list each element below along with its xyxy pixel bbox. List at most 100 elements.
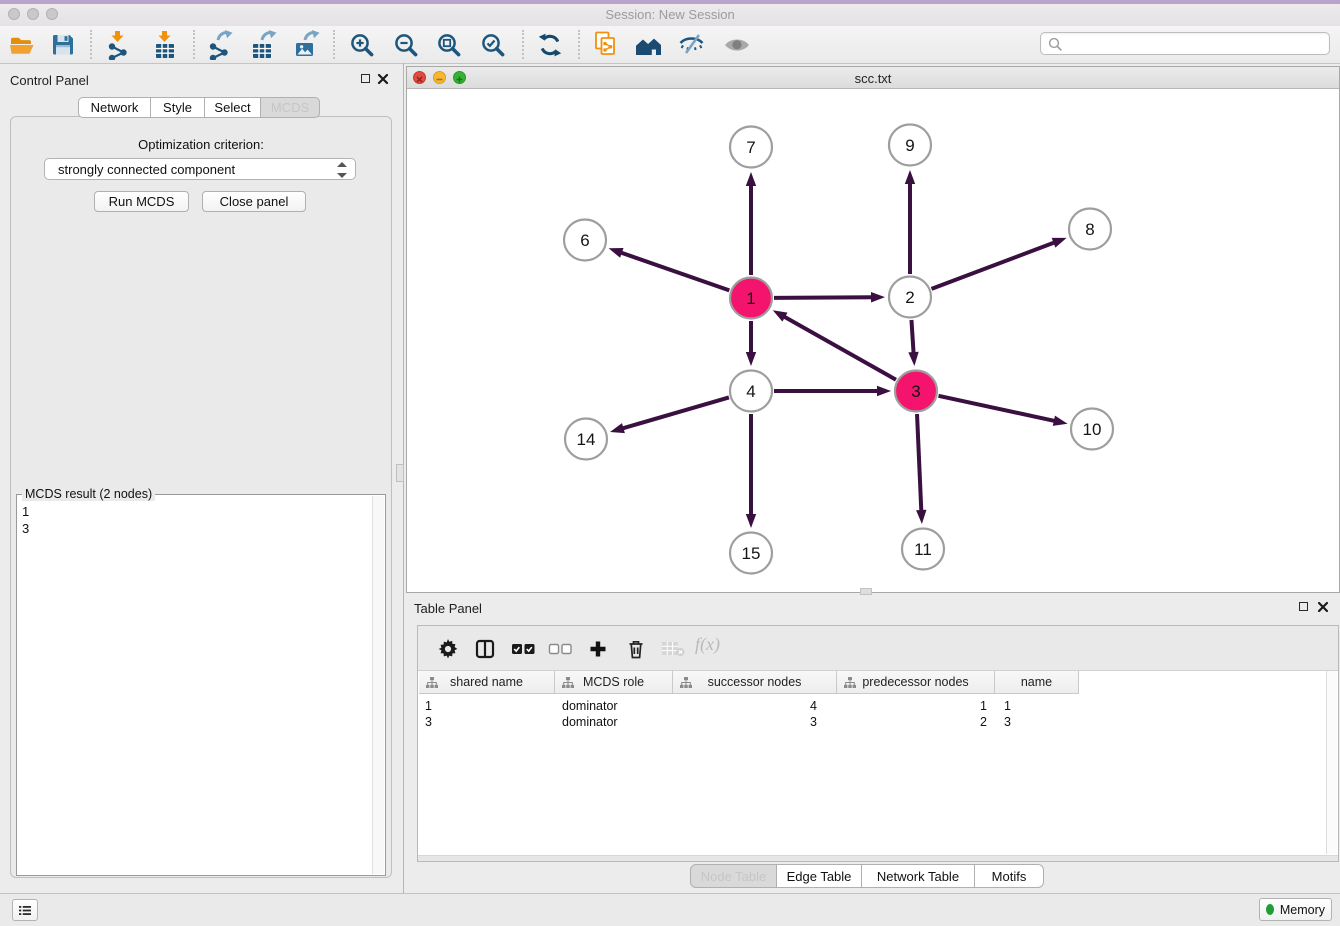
search-icon <box>1048 37 1063 52</box>
graph-edge-4-14[interactable] <box>622 397 729 428</box>
run-mcds-button[interactable]: Run MCDS <box>94 191 189 212</box>
graph-node-label: 1 <box>746 289 755 308</box>
graph-edge-1-2[interactable] <box>774 297 873 298</box>
tab-style[interactable]: Style <box>150 97 205 118</box>
export-table-icon <box>249 30 277 60</box>
tab-node-table[interactable]: Node Table <box>690 864 777 888</box>
tab-select[interactable]: Select <box>204 97 261 118</box>
search-input[interactable] <box>1067 34 1326 55</box>
window-title: Session: New Session <box>0 7 1340 22</box>
plus-icon <box>589 640 607 658</box>
open-session-button[interactable] <box>6 29 40 61</box>
table-panel: Table Panel <box>406 597 1340 893</box>
column-label: predecessor nodes <box>862 675 968 689</box>
graph-node-label: 4 <box>746 382 755 401</box>
column-header-successor-nodes[interactable]: successor nodes <box>673 671 837 694</box>
save-session-button[interactable] <box>46 29 80 61</box>
export-network-button[interactable] <box>202 29 236 61</box>
column-header-shared-name[interactable]: shared name <box>419 671 555 694</box>
close-panel-button[interactable]: Close panel <box>202 191 306 212</box>
list-icon <box>19 904 31 917</box>
zoom-in-icon <box>349 32 375 58</box>
graph-edge-2-3[interactable] <box>911 320 913 354</box>
tab-edge-table[interactable]: Edge Table <box>776 864 862 888</box>
optimization-criterion-label: Optimization criterion: <box>10 137 392 152</box>
close-table-panel-icon[interactable] <box>1317 601 1329 613</box>
delete-rows-button[interactable] <box>621 634 651 664</box>
network-window-title: scc.txt <box>407 71 1339 86</box>
main-toolbar <box>0 26 1340 64</box>
network-graph-canvas[interactable]: 7968124314101511 <box>407 89 1339 592</box>
deselect-all-button[interactable] <box>545 634 575 664</box>
graph-arrowhead <box>908 352 918 366</box>
graph-edge-3-10[interactable] <box>938 396 1055 421</box>
node-table-container: f(x) shared name MCDS role successor nod… <box>417 625 1339 862</box>
tab-mcds[interactable]: MCDS <box>260 97 320 118</box>
application-window: Session: New Session <box>0 0 1340 926</box>
tab-network-table[interactable]: Network Table <box>861 864 975 888</box>
zoom-fit-icon <box>436 32 462 58</box>
show-all-button[interactable] <box>720 29 754 61</box>
graph-edge-2-8[interactable] <box>932 242 1056 289</box>
select-all-button[interactable] <box>508 634 538 664</box>
toolbar-separator <box>333 30 335 59</box>
column-type-icon <box>844 677 856 689</box>
memory-button[interactable]: Memory <box>1259 898 1332 921</box>
table-scrollbar[interactable] <box>1326 671 1337 854</box>
table-panel-tabs: Node Table Edge Table Network Table Moti… <box>690 864 1044 888</box>
clone-network-button[interactable] <box>589 29 623 61</box>
cell-predecessor-nodes: 1 <box>837 698 987 714</box>
tab-motifs[interactable]: Motifs <box>974 864 1044 888</box>
save-floppy-icon <box>50 32 76 58</box>
graph-edge-1-6[interactable] <box>620 252 729 290</box>
zoom-fit-button[interactable] <box>432 29 466 61</box>
column-header-name[interactable]: name <box>995 671 1079 694</box>
column-header-predecessor-nodes[interactable]: predecessor nodes <box>837 671 995 694</box>
add-row-button[interactable] <box>583 634 613 664</box>
home-button[interactable] <box>632 29 666 61</box>
toolbar-separator <box>193 30 195 59</box>
table-bottom-strip <box>418 855 1338 861</box>
import-network-button[interactable] <box>101 29 135 61</box>
close-panel-icon[interactable] <box>377 73 389 85</box>
export-image-button[interactable] <box>289 29 323 61</box>
table-settings-button[interactable] <box>433 634 463 664</box>
toolbar-separator <box>578 30 580 59</box>
column-label: successor nodes <box>708 675 802 689</box>
network-view-window: scc.txt 7968124314101511 <box>406 66 1340 593</box>
import-table-button[interactable] <box>148 29 182 61</box>
refresh-button[interactable] <box>533 29 567 61</box>
graph-arrowhead <box>610 423 625 433</box>
zoom-out-button[interactable] <box>389 29 423 61</box>
float-table-panel-icon[interactable] <box>1299 602 1308 611</box>
zoom-selected-button[interactable] <box>476 29 510 61</box>
float-panel-icon[interactable] <box>361 74 370 83</box>
gear-icon <box>438 639 458 659</box>
function-builder-button-disabled: f(x) <box>695 634 720 655</box>
mcds-result-list: 1 3 <box>22 503 29 537</box>
zoom-in-button[interactable] <box>345 29 379 61</box>
export-table-button[interactable] <box>246 29 280 61</box>
toolbar-separator <box>90 30 92 59</box>
graph-arrowhead <box>746 172 756 186</box>
horizontal-splitter-handle[interactable] <box>860 588 872 595</box>
criterion-select[interactable]: strongly connected component <box>44 158 356 180</box>
show-columns-button[interactable] <box>470 634 500 664</box>
cell-name: 1 <box>1004 698 1011 714</box>
graph-edge-3-11[interactable] <box>917 414 921 512</box>
result-scrollbar[interactable] <box>372 496 384 874</box>
graph-arrowhead <box>746 352 756 366</box>
task-history-button[interactable] <box>12 899 38 921</box>
mcds-result-title: MCDS result (2 nodes) <box>22 487 155 501</box>
graph-node-label: 8 <box>1085 220 1094 239</box>
graph-arrowhead <box>609 248 624 258</box>
vertical-splitter-handle[interactable] <box>396 464 404 482</box>
column-header-mcds-role[interactable]: MCDS role <box>555 671 673 694</box>
tab-network[interactable]: Network <box>78 97 151 118</box>
hide-selected-button[interactable] <box>675 29 709 61</box>
titlebar: Session: New Session <box>0 0 1340 27</box>
graph-arrowhead <box>877 386 891 396</box>
delete-table-icon <box>661 641 685 657</box>
graph-edge-3-1[interactable] <box>783 316 896 380</box>
delete-table-button-disabled <box>658 634 688 664</box>
